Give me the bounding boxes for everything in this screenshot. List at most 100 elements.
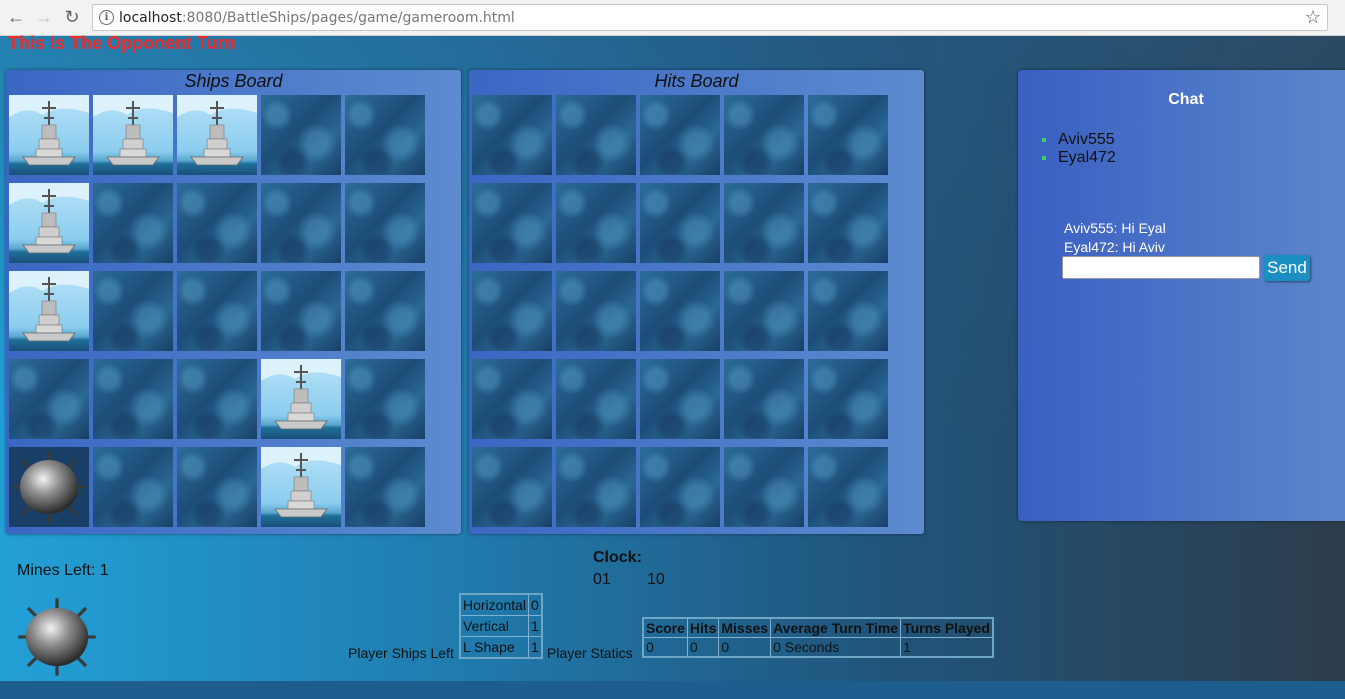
hits-board-cell-water[interactable] — [556, 447, 636, 527]
draggable-mine-icon[interactable] — [14, 594, 100, 680]
ships-board-title: Ships Board — [184, 71, 283, 91]
turn-message: This Is The Opponent Turn — [8, 33, 236, 53]
ships-board-cell-water[interactable] — [345, 183, 425, 263]
reload-icon[interactable]: ↻ — [62, 7, 82, 27]
ships-board-cell-ship[interactable] — [261, 359, 341, 439]
hits-board-cell-water[interactable] — [640, 271, 720, 351]
statistics-table: Score Hits Misses Average Turn Time Turn… — [642, 617, 994, 658]
ships-left-label: Player Ships Left — [348, 645, 454, 661]
hits-board-cell-water[interactable] — [808, 447, 888, 527]
table-row: 0 0 0 0 Seconds 1 — [642, 637, 994, 658]
chat-message: Eyal472: Hi Aviv — [1064, 239, 1165, 255]
hits-board-cell-water[interactable] — [556, 95, 636, 175]
ships-board-cell-water[interactable] — [345, 447, 425, 527]
stats-average-turn-time: 0 Seconds — [770, 637, 902, 658]
hits-board-cell-water[interactable] — [808, 359, 888, 439]
ships-board-cell-water[interactable] — [177, 271, 257, 351]
url-path: :8080/BattleShips/pages/game/gameroom.ht… — [181, 10, 515, 26]
ships-board-cell-water[interactable] — [345, 95, 425, 175]
ships-board-grid — [9, 95, 425, 527]
ships-board-cell-ship[interactable] — [261, 447, 341, 527]
ships-board-cell-water[interactable] — [177, 359, 257, 439]
hits-board-cell-water[interactable] — [808, 271, 888, 351]
hits-board-panel: Hits Board — [469, 70, 924, 534]
back-arrow-icon[interactable]: ← — [6, 7, 26, 27]
hits-board-cell-water[interactable] — [808, 183, 888, 263]
hits-board-cell-water[interactable] — [472, 359, 552, 439]
ships-board-cell-water[interactable] — [93, 447, 173, 527]
ships-board-cell-water[interactable] — [93, 183, 173, 263]
ships-board-panel: Ships Board — [6, 70, 461, 534]
hits-board-cell-water[interactable] — [724, 95, 804, 175]
stats-header-misses: Misses — [718, 617, 772, 638]
address-bar[interactable]: i localhost:8080/BattleShips/pages/game/… — [92, 4, 1328, 31]
chat-user-name: Aviv555 — [1058, 131, 1115, 148]
hits-board-cell-water[interactable] — [640, 359, 720, 439]
ships-board-cell-water[interactable] — [261, 271, 341, 351]
hits-board-cell-water[interactable] — [724, 183, 804, 263]
ships-board-cell-ship[interactable] — [9, 95, 89, 175]
hits-board-cell-water[interactable] — [472, 271, 552, 351]
hits-board-cell-water[interactable] — [472, 447, 552, 527]
battleship-icon — [93, 95, 173, 166]
table-header-row: Score Hits Misses Average Turn Time Turn… — [642, 617, 994, 638]
ships-board-cell-mine[interactable] — [9, 447, 89, 527]
hits-board-cell-water[interactable] — [724, 447, 804, 527]
chat-message-input[interactable] — [1062, 256, 1260, 279]
ships-board-cell-water[interactable] — [177, 183, 257, 263]
stats-turns-played: 1 — [900, 637, 994, 658]
ships-board-cell-water[interactable] — [345, 359, 425, 439]
hits-board-cell-water[interactable] — [808, 95, 888, 175]
battleship-icon — [9, 183, 89, 254]
hits-board-cell-water[interactable] — [556, 271, 636, 351]
battleship-icon — [261, 359, 341, 430]
forward-arrow-icon[interactable]: → — [34, 7, 54, 27]
hits-board-title: Hits Board — [654, 71, 739, 91]
ship-count-cell: 1 — [528, 615, 543, 637]
chat-user: Eyal472 — [1042, 149, 1116, 167]
hits-board-cell-water[interactable] — [472, 95, 552, 175]
sea-mine-icon — [13, 451, 85, 523]
hits-board-grid — [472, 95, 888, 527]
send-button[interactable]: Send — [1264, 255, 1310, 281]
ships-board-cell-water[interactable] — [93, 271, 173, 351]
hits-board-cell-water[interactable] — [640, 183, 720, 263]
table-row: Vertical 1 — [459, 615, 543, 637]
ships-board-cell-water[interactable] — [345, 271, 425, 351]
ships-board-cell-water[interactable] — [9, 359, 89, 439]
footer-bar — [0, 681, 1345, 699]
stats-header-score: Score — [642, 617, 688, 638]
hits-board-cell-water[interactable] — [640, 95, 720, 175]
hits-board-cell-water[interactable] — [556, 183, 636, 263]
ships-board-cell-water[interactable] — [261, 183, 341, 263]
hits-board-cell-water[interactable] — [640, 447, 720, 527]
ships-board-cell-ship[interactable] — [177, 95, 257, 175]
hits-board-cell-water[interactable] — [724, 271, 804, 351]
battleship-icon — [261, 447, 341, 518]
ships-left-table: Horizontal 0 Vertical 1 L Shape 1 — [459, 593, 543, 659]
chat-messages: Aviv555: Hi Eyal Eyal472: Hi Aviv — [1064, 219, 1166, 257]
ships-board-cell-ship[interactable] — [9, 183, 89, 263]
stats-header-hits: Hits — [686, 617, 720, 638]
ship-type-cell: L Shape — [459, 636, 530, 659]
ships-board-cell-ship[interactable] — [93, 95, 173, 175]
star-icon[interactable]: ☆ — [1305, 7, 1321, 28]
battleship-icon — [9, 271, 89, 342]
ships-board-cell-water[interactable] — [93, 359, 173, 439]
stats-score: 0 — [642, 637, 688, 658]
url-text[interactable]: localhost:8080/BattleShips/pages/game/ga… — [119, 10, 515, 26]
chat-user: Aviv555 — [1042, 131, 1116, 149]
ships-board-cell-water[interactable] — [261, 95, 341, 175]
battleship-icon — [177, 95, 257, 166]
ships-board-cell-ship[interactable] — [9, 271, 89, 351]
info-icon[interactable]: i — [99, 10, 114, 25]
hits-board-cell-water[interactable] — [472, 183, 552, 263]
chat-message: Aviv555: Hi Eyal — [1064, 220, 1166, 236]
online-dot-icon — [1042, 156, 1046, 160]
ships-board-cell-water[interactable] — [177, 447, 257, 527]
hits-board-cell-water[interactable] — [724, 359, 804, 439]
ship-count-cell: 0 — [528, 593, 543, 616]
chat-user-list: Aviv555 Eyal472 — [1042, 131, 1116, 167]
ship-count-cell: 1 — [528, 636, 543, 659]
hits-board-cell-water[interactable] — [556, 359, 636, 439]
